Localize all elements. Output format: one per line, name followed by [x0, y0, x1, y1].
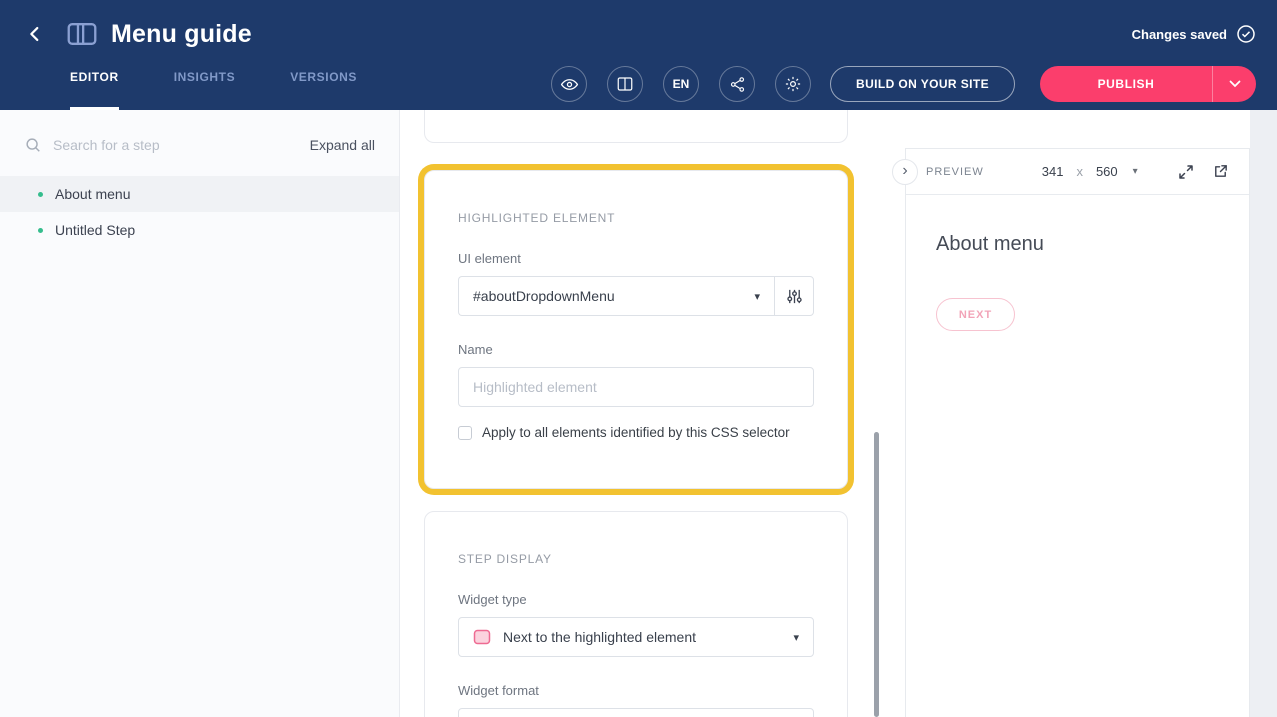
widget-type-label: Widget type: [458, 592, 814, 607]
apply-all-label: Apply to all elements identified by this…: [482, 425, 790, 440]
search-icon: [24, 136, 42, 154]
expand-all-link[interactable]: Expand all: [310, 137, 375, 153]
name-label: Name: [458, 342, 814, 357]
preview-label: PREVIEW: [926, 166, 984, 178]
apply-all-checkbox[interactable]: [458, 426, 472, 440]
settings-button[interactable]: [775, 66, 811, 102]
size-separator: x: [1076, 164, 1083, 179]
tab-versions[interactable]: VERSIONS: [290, 58, 357, 110]
steps-sidebar: Expand all About menu Untitled Step: [0, 110, 400, 717]
fullscreen-button[interactable]: [1177, 163, 1195, 181]
share-button[interactable]: [719, 66, 755, 102]
previous-settings-card: [424, 110, 848, 143]
step-item-about-menu[interactable]: About menu: [0, 176, 399, 212]
panel-gutter: [1250, 110, 1277, 717]
tab-editor[interactable]: EDITOR: [70, 58, 119, 110]
step-display-card: STEP DISPLAY Widget type Next to the hig…: [424, 511, 848, 717]
apply-all-row: Apply to all elements identified by this…: [458, 425, 814, 440]
check-circle-icon: [1236, 24, 1256, 44]
sliders-icon: [786, 288, 803, 305]
preview-header: PREVIEW 341 x 560 ▾: [906, 149, 1249, 195]
step-search-input[interactable]: [53, 137, 243, 153]
chevron-down-icon: ▾: [1133, 166, 1138, 177]
save-status: Changes saved: [1132, 24, 1256, 44]
preview-next-button[interactable]: NEXT: [936, 298, 1015, 331]
step-list: About menu Untitled Step: [0, 176, 399, 248]
step-item-label: About menu: [55, 186, 131, 202]
preview-step-title: About menu: [936, 233, 1219, 256]
build-on-your-site-button[interactable]: BUILD ON YOUR SITE: [830, 66, 1015, 102]
step-search-row: Expand all: [0, 110, 399, 154]
tab-insights[interactable]: INSIGHTS: [174, 58, 235, 110]
layout-icon: [616, 75, 634, 93]
open-in-new-button[interactable]: [1212, 163, 1229, 180]
widget-format-label: Widget format: [458, 683, 814, 698]
step-status-dot: [38, 192, 43, 197]
section-heading: STEP DISPLAY: [458, 552, 814, 566]
preview-eye-button[interactable]: [551, 66, 587, 102]
save-status-label: Changes saved: [1132, 27, 1227, 42]
language-button[interactable]: EN: [663, 66, 699, 102]
share-icon: [729, 76, 746, 93]
chevron-down-icon: [1229, 80, 1241, 88]
language-label: EN: [673, 77, 690, 91]
element-picker-settings-button[interactable]: [774, 276, 814, 316]
preview-height: 560: [1096, 164, 1118, 179]
preview-size-dropdown[interactable]: 341 x 560 ▾: [1042, 164, 1138, 179]
editor-canvas: HIGHLIGHTED ELEMENT UI element #aboutDro…: [400, 110, 905, 717]
back-button[interactable]: [21, 20, 49, 48]
preview-body: About menu NEXT: [906, 195, 1249, 369]
header-toolbar: EDITOR INSIGHTS VERSIONS EN: [0, 58, 1277, 110]
highlighted-element-name-input[interactable]: [458, 367, 814, 407]
publish-button[interactable]: PUBLISH: [1040, 66, 1212, 102]
layout-button[interactable]: [607, 66, 643, 102]
header-tabs: EDITOR INSIGHTS VERSIONS: [70, 58, 357, 110]
widget-type-value: Next to the highlighted element: [503, 629, 696, 645]
logo-icon: [67, 22, 97, 46]
chevron-down-icon: ▾: [793, 631, 799, 644]
ui-element-value: #aboutDropdownMenu: [473, 288, 615, 304]
ui-element-label: UI element: [458, 251, 814, 266]
widget-type-select[interactable]: Next to the highlighted element ▾: [458, 617, 814, 657]
highlighted-element-card: HIGHLIGHTED ELEMENT UI element #aboutDro…: [424, 170, 848, 489]
preview-card: PREVIEW 341 x 560 ▾: [905, 148, 1250, 717]
chevron-left-icon: [24, 23, 46, 45]
collapse-panel-button[interactable]: ›: [892, 159, 918, 185]
chevron-down-icon: ▾: [754, 290, 760, 303]
widget-icon: [473, 628, 491, 646]
widget-format-select[interactable]: ▾: [458, 708, 814, 717]
eye-icon: [560, 75, 579, 94]
preview-panel: › PREVIEW 341 x 560 ▾: [905, 110, 1277, 717]
header-top: Menu guide Changes saved: [0, 0, 1277, 58]
page-title: Menu guide: [111, 20, 252, 49]
publish-dropdown-button[interactable]: [1212, 66, 1256, 102]
fullscreen-icon: [1177, 163, 1195, 181]
open-in-new-icon: [1212, 163, 1229, 180]
publish-split-button: PUBLISH: [1040, 66, 1256, 102]
header-icon-buttons: EN: [551, 66, 811, 102]
preview-width: 341: [1042, 164, 1064, 179]
header: Menu guide Changes saved EDITOR INSIGHTS…: [0, 0, 1277, 110]
gear-icon: [784, 75, 802, 93]
main-area: Expand all About menu Untitled Step HIGH…: [0, 110, 1277, 717]
step-status-dot: [38, 228, 43, 233]
step-item-label: Untitled Step: [55, 222, 135, 238]
section-heading: HIGHLIGHTED ELEMENT: [458, 211, 814, 225]
step-item-untitled-step[interactable]: Untitled Step: [0, 212, 399, 248]
ui-element-select[interactable]: #aboutDropdownMenu ▾: [458, 276, 774, 316]
editor-scrollbar[interactable]: [874, 432, 879, 717]
